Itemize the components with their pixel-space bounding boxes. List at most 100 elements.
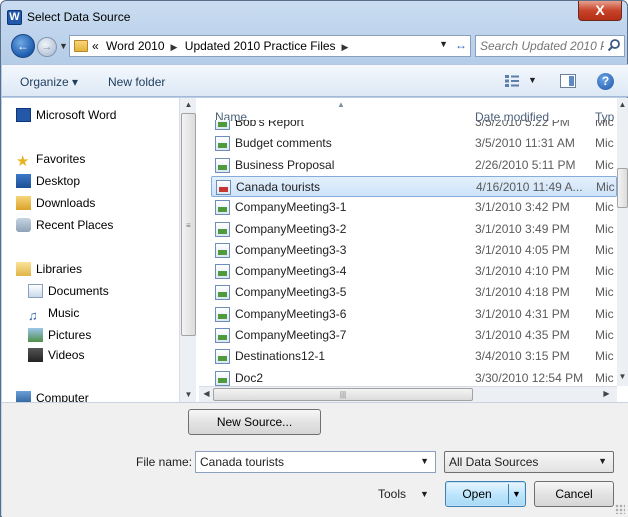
- command-toolbar: Organize ▾ New folder ▼ ?: [2, 64, 628, 97]
- file-date-modified: 4/16/2010 11:49 A...: [476, 179, 583, 194]
- nav-item-pictures[interactable]: Pictures: [28, 328, 91, 346]
- tools-dropdown-icon[interactable]: ▼: [420, 489, 429, 499]
- select-data-source-dialog: W Select Data Source X ← → ▼ « Word 2010…: [0, 0, 628, 517]
- close-button[interactable]: X: [578, 1, 622, 21]
- refresh-icon[interactable]: ↔: [455, 38, 467, 52]
- open-button[interactable]: Open ▼: [445, 481, 526, 507]
- word-app-icon: W: [7, 10, 22, 25]
- search-input[interactable]: [476, 36, 608, 56]
- file-name-field[interactable]: Canada tourists ▼: [195, 451, 436, 473]
- nav-item-recent-places[interactable]: Recent Places: [16, 218, 113, 236]
- view-options-icon[interactable]: [504, 74, 520, 88]
- file-type: Mic: [595, 136, 614, 151]
- scroll-down-icon[interactable]: ▼: [615, 370, 628, 384]
- file-date-modified: 3/1/2010 4:35 PM: [475, 328, 570, 342]
- scroll-up-icon[interactable]: ▲: [181, 98, 196, 112]
- file-name: CompanyMeeting3-6: [235, 306, 347, 321]
- word-icon: [16, 108, 31, 122]
- open-split-divider: [508, 484, 509, 504]
- preview-pane-icon[interactable]: [560, 74, 576, 88]
- cancel-button[interactable]: Cancel: [534, 481, 614, 507]
- file-row[interactable]: CompanyMeeting3-4 3/1/2010 4:10 PM Mic: [211, 261, 617, 282]
- tools-button[interactable]: Tools: [378, 487, 406, 501]
- breadcrumb-word-2010[interactable]: Word 2010: [106, 39, 164, 53]
- document-file-icon: [215, 157, 230, 173]
- file-row[interactable]: CompanyMeeting3-7 3/1/2010 4:35 PM Mic: [211, 325, 617, 346]
- file-row[interactable]: CompanyMeeting3-6 3/1/2010 4:31 PM Mic: [211, 304, 617, 325]
- file-name-dropdown-icon[interactable]: ▼: [420, 456, 429, 466]
- file-name: Business Proposal: [235, 157, 335, 172]
- nav-item-music[interactable]: ♫ Music: [28, 306, 79, 324]
- scroll-up-icon[interactable]: ▲: [615, 98, 628, 112]
- forward-button[interactable]: →: [37, 37, 57, 57]
- nav-item-desktop[interactable]: Desktop: [16, 174, 80, 192]
- file-list-horizontal-scrollbar[interactable]: ◀ ||| ▶: [199, 386, 617, 402]
- recent-pages-dropdown[interactable]: ▼: [59, 41, 68, 51]
- nav-item-videos[interactable]: Videos: [28, 348, 84, 366]
- file-list-vertical-scrollbar[interactable]: ▲ ▼: [617, 98, 628, 386]
- chevron-right-icon[interactable]: ▶: [171, 42, 178, 52]
- nav-item-favorites[interactable]: ★ Favorites: [16, 152, 85, 170]
- file-type: Mic: [595, 370, 614, 385]
- document-file-icon: [215, 306, 230, 322]
- file-row[interactable]: CompanyMeeting3-3 3/1/2010 4:05 PM Mic: [211, 240, 617, 261]
- file-type: Mic: [595, 285, 614, 300]
- document-file-icon: [215, 328, 230, 343]
- pictures-icon: [28, 328, 43, 342]
- scroll-left-icon[interactable]: ◀: [199, 387, 214, 401]
- grip-icon: ≡: [186, 221, 191, 230]
- nav-item-downloads[interactable]: Downloads: [16, 196, 95, 214]
- breadcrumb-practice-files[interactable]: Updated 2010 Practice Files: [185, 39, 336, 53]
- navigation-scrollbar[interactable]: ▲ ≡ ▼: [179, 98, 196, 402]
- file-row[interactable]: Bob's Report 3/5/2010 5:22 PM Mic: [211, 120, 617, 133]
- dialog-footer: New Source... File name: Canada tourists…: [2, 402, 628, 517]
- new-source-button[interactable]: New Source...: [188, 409, 321, 435]
- file-date-modified: 3/1/2010 3:49 PM: [475, 221, 570, 236]
- breadcrumb-overflow[interactable]: «: [92, 39, 99, 53]
- search-box[interactable]: [475, 35, 625, 57]
- title-bar[interactable]: W Select Data Source X: [1, 1, 627, 31]
- help-icon[interactable]: ?: [597, 73, 614, 90]
- scroll-right-icon[interactable]: ▶: [599, 387, 614, 401]
- file-type-filter-select[interactable]: All Data Sources ▼: [444, 451, 614, 473]
- resize-grip-icon[interactable]: [615, 504, 625, 514]
- file-rows: Bob's Report 3/5/2010 5:22 PM Mic Budget co…: [199, 120, 617, 392]
- libraries-icon: [16, 262, 31, 276]
- nav-item-libraries[interactable]: Libraries: [16, 262, 82, 280]
- file-type: Mic: [595, 120, 614, 129]
- nav-item-computer[interactable]: Computer: [16, 391, 89, 402]
- navigation-scroll-thumb[interactable]: ≡: [181, 113, 196, 336]
- file-list-horizontal-thumb[interactable]: |||: [213, 388, 473, 401]
- file-date-modified: 3/1/2010 4:10 PM: [475, 264, 570, 279]
- file-name: CompanyMeeting3-4: [235, 264, 347, 279]
- music-icon: ♫: [28, 308, 38, 323]
- file-row[interactable]: CompanyMeeting3-5 3/1/2010 4:18 PM Mic: [211, 282, 617, 303]
- back-button[interactable]: ←: [11, 34, 35, 58]
- file-row[interactable]: Business Proposal 2/26/2010 5:11 PM Mic: [211, 155, 617, 176]
- file-type: Mic: [595, 200, 614, 215]
- file-row[interactable]: CompanyMeeting3-1 3/1/2010 3:42 PM Mic: [211, 197, 617, 218]
- nav-item-documents[interactable]: Documents: [28, 284, 109, 302]
- file-row[interactable]: Canada tourists 4/16/2010 11:49 A... Mic: [211, 175, 617, 197]
- address-bar-row: ← → ▼ « Word 2010 ▶ Updated 2010 Practice…: [7, 32, 625, 60]
- file-name-value[interactable]: Canada tourists: [200, 455, 284, 469]
- address-dropdown-icon[interactable]: ▼: [439, 39, 448, 49]
- file-row[interactable]: Budget comments 3/5/2010 11:31 AM Mic: [211, 133, 617, 154]
- file-row[interactable]: Destinations12-1 3/4/2010 3:15 PM Mic: [211, 346, 617, 367]
- document-file-icon: [215, 221, 230, 237]
- file-list-vertical-thumb[interactable]: [617, 168, 628, 208]
- address-box[interactable]: « Word 2010 ▶ Updated 2010 Practice Files…: [69, 35, 471, 57]
- search-icon[interactable]: [607, 38, 621, 52]
- file-row[interactable]: CompanyMeeting3-2 3/1/2010 3:49 PM Mic: [211, 219, 617, 240]
- chevron-down-icon[interactable]: ▼: [598, 456, 607, 466]
- scroll-down-icon[interactable]: ▼: [181, 388, 196, 402]
- document-file-icon: [215, 242, 230, 258]
- organize-button[interactable]: Organize ▾: [20, 75, 78, 89]
- file-type: Mic: [595, 306, 614, 321]
- open-options-dropdown-icon[interactable]: ▼: [512, 482, 521, 506]
- chevron-right-icon[interactable]: ▶: [342, 42, 349, 52]
- file-name-label: File name:: [136, 455, 193, 469]
- nav-item-microsoft-word[interactable]: Microsoft Word: [16, 108, 116, 126]
- new-folder-button[interactable]: New folder: [108, 75, 165, 89]
- view-dropdown-icon[interactable]: ▼: [528, 75, 537, 85]
